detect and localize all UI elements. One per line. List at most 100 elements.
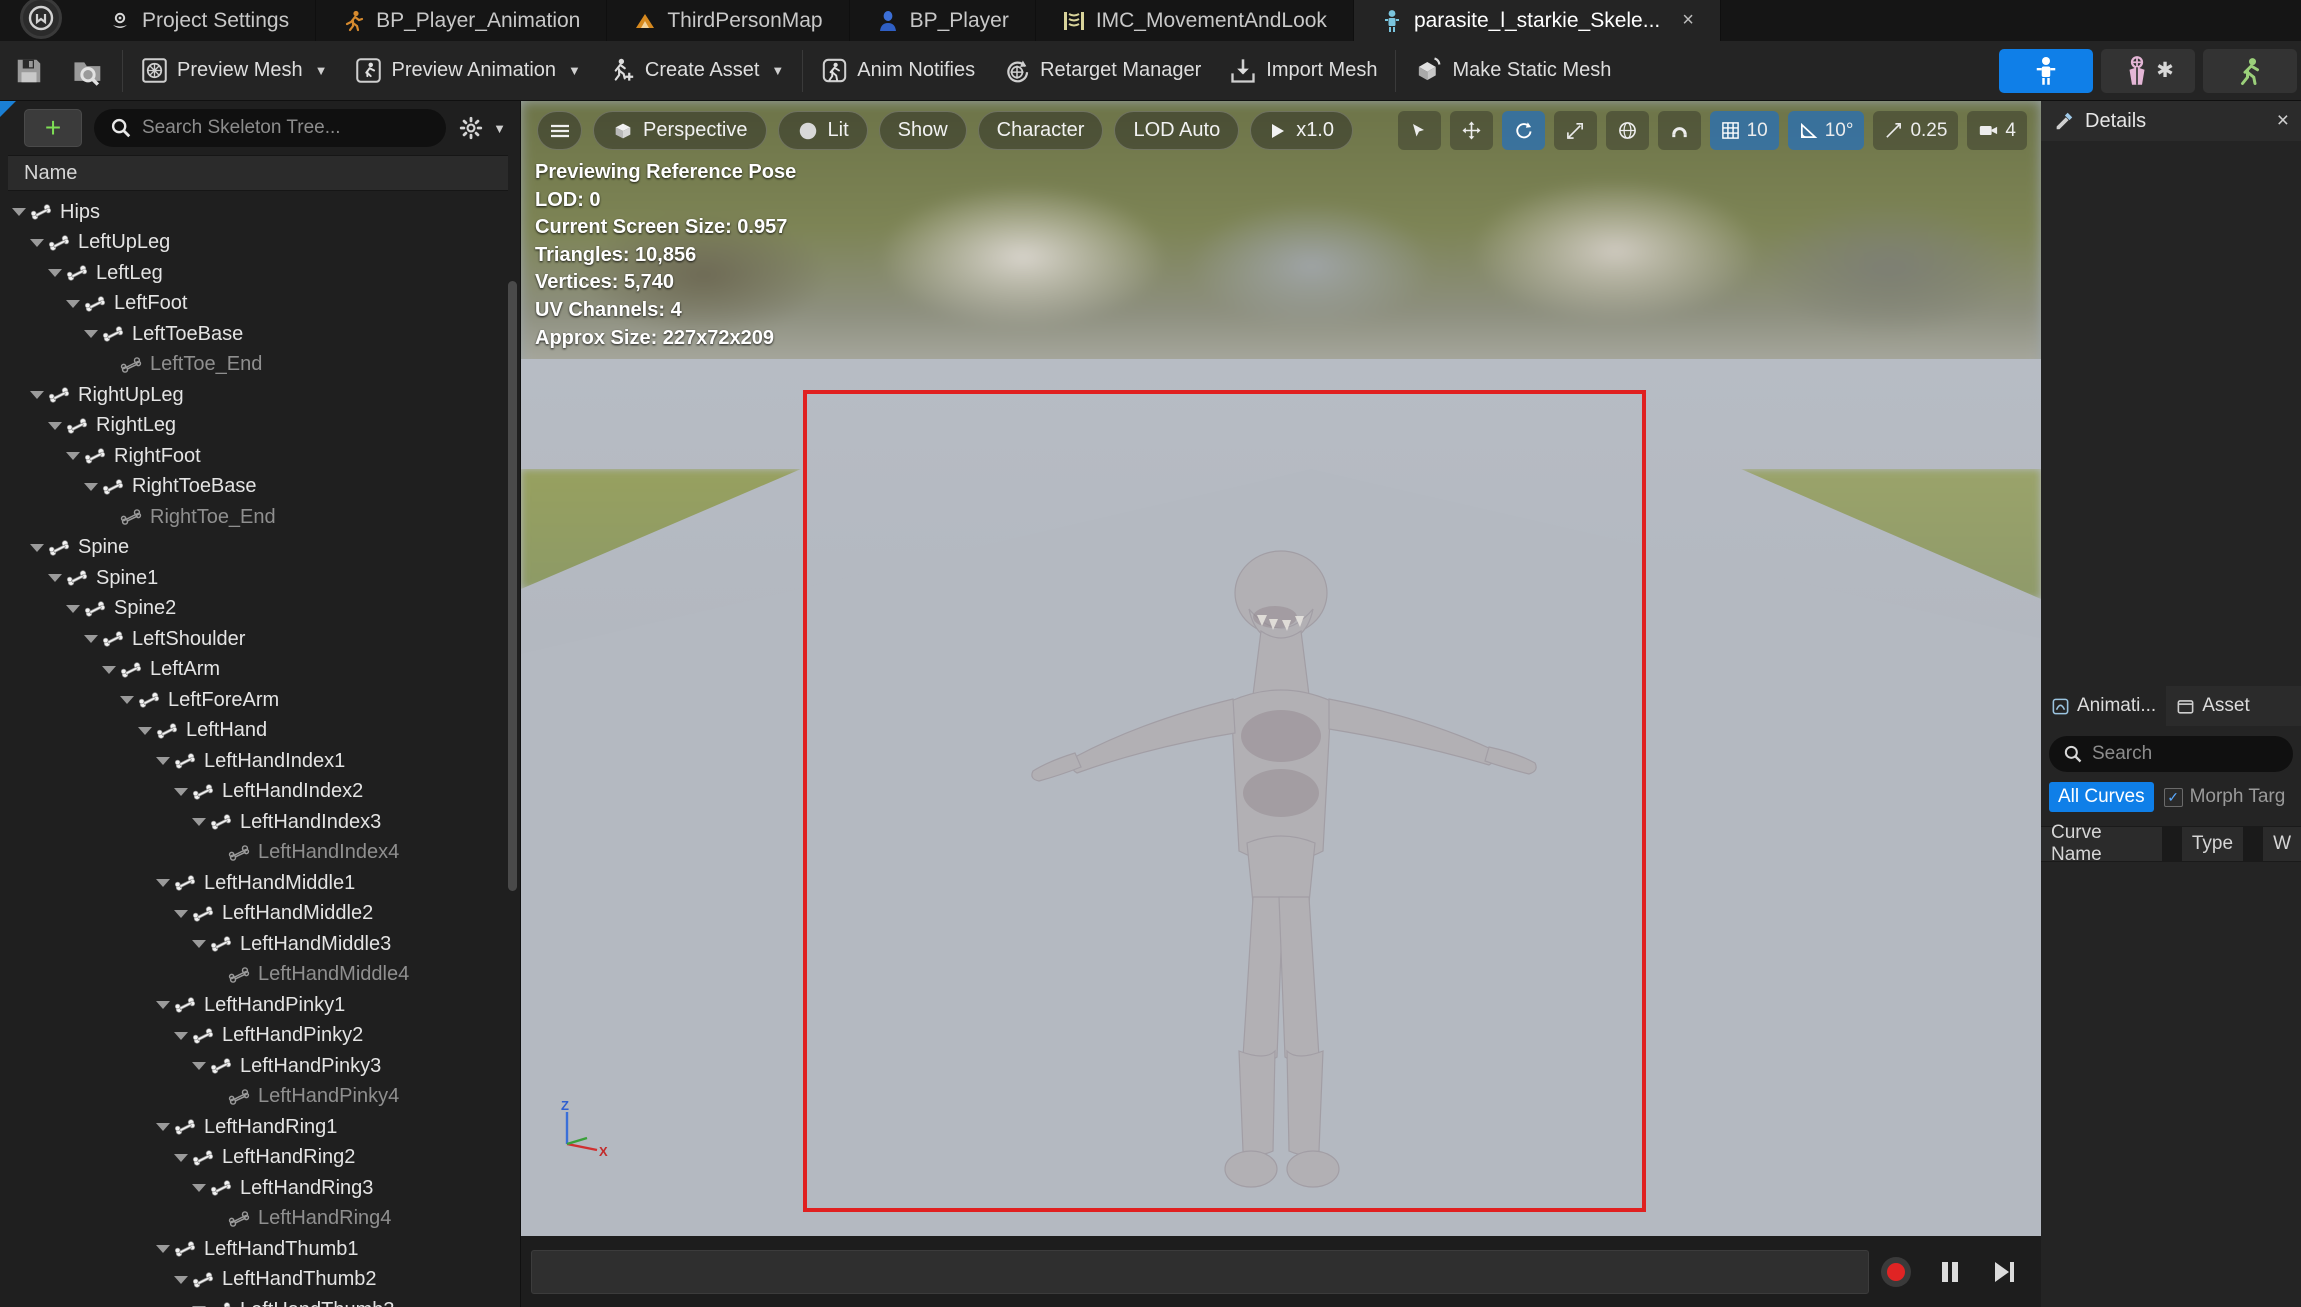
expand-chevron-down-icon[interactable]	[152, 1001, 174, 1010]
unreal-engine-logo[interactable]	[0, 0, 82, 41]
browse-button[interactable]	[58, 48, 118, 94]
expand-chevron-down-icon[interactable]	[152, 1245, 174, 1254]
save-button[interactable]	[0, 48, 58, 94]
bone-tree-row[interactable]: LeftUpLeg	[8, 228, 520, 259]
bone-tree-row[interactable]: LeftHandPinky4	[8, 1082, 520, 1113]
surface-snap-toggle[interactable]	[1657, 111, 1701, 150]
expand-chevron-down-icon[interactable]	[62, 604, 84, 613]
bone-tree-row[interactable]: LeftHandThumb2	[8, 1265, 520, 1296]
bone-tree-row[interactable]: LeftHandRing4	[8, 1204, 520, 1235]
bone-tree-row[interactable]: LeftArm	[8, 655, 520, 686]
retarget-manager-button[interactable]: Retarget Manager	[989, 48, 1215, 94]
expand-chevron-down-icon[interactable]	[188, 818, 210, 827]
expand-chevron-down-icon[interactable]	[134, 726, 156, 735]
pause-button[interactable]	[1923, 1245, 1977, 1299]
expand-chevron-down-icon[interactable]	[188, 1062, 210, 1071]
bone-tree-row[interactable]: LeftHandThumb1	[8, 1234, 520, 1265]
expand-chevron-down-icon[interactable]	[80, 635, 102, 644]
expand-chevron-down-icon[interactable]	[44, 421, 66, 430]
tab-parasite-skeleton[interactable]: parasite_l_starkie_Skele... ×	[1353, 0, 1721, 41]
close-icon[interactable]: ×	[2277, 109, 2289, 133]
mesh-mode-button[interactable]: ✱	[2101, 48, 2195, 93]
animation-mode-button[interactable]	[2203, 48, 2297, 93]
column-curve-name[interactable]: Curve Name	[2041, 822, 2162, 866]
angle-snap-button[interactable]: 10°	[1787, 111, 1865, 150]
bone-tree-row[interactable]: LeftShoulder	[8, 624, 520, 655]
bone-tree-row[interactable]: LeftHandIndex2	[8, 777, 520, 808]
rotate-tool-button[interactable]	[1501, 111, 1545, 150]
viewport-playrate-button[interactable]: x1.0	[1250, 111, 1353, 150]
expand-chevron-down-icon[interactable]	[170, 1153, 192, 1162]
expand-chevron-down-icon[interactable]	[170, 787, 192, 796]
bone-tree-row[interactable]: Hips	[8, 197, 520, 228]
preview-animation-button[interactable]: Preview Animation ▼	[341, 48, 594, 94]
expand-chevron-down-icon[interactable]	[98, 665, 120, 674]
expand-chevron-down-icon[interactable]	[26, 543, 48, 552]
bone-tree-row[interactable]: LeftHandIndex4	[8, 838, 520, 869]
world-space-toggle[interactable]	[1605, 111, 1649, 150]
bone-tree-row[interactable]: RightUpLeg	[8, 380, 520, 411]
tab-bp-player[interactable]: BP_Player	[850, 0, 1036, 41]
expand-chevron-down-icon[interactable]	[62, 452, 84, 461]
anim-notifies-button[interactable]: Anim Notifies	[807, 48, 989, 94]
bone-tree-row[interactable]: LeftHandIndex1	[8, 746, 520, 777]
expand-chevron-down-icon[interactable]	[188, 1184, 210, 1193]
preview-mesh-button[interactable]: Preview Mesh ▼	[127, 48, 341, 94]
viewport-perspective-button[interactable]: Perspective	[593, 111, 767, 150]
bone-tree-row[interactable]: Spine2	[8, 594, 520, 625]
make-static-mesh-button[interactable]: Make Static Mesh	[1400, 48, 1625, 94]
tab-asset-details[interactable]: Asset	[2166, 686, 2260, 726]
bone-tree-row[interactable]: LeftHandMiddle1	[8, 868, 520, 899]
expand-chevron-down-icon[interactable]	[116, 696, 138, 705]
expand-chevron-down-icon[interactable]	[152, 1123, 174, 1132]
filter-morph-target-checkbox[interactable]: ✓ Morph Targ	[2163, 786, 2285, 808]
curves-search-input[interactable]: Search	[2049, 736, 2293, 772]
tab-imc-movementandlook[interactable]: IMC_MovementAndLook	[1036, 0, 1354, 41]
bone-tree-row[interactable]: LeftToe_End	[8, 350, 520, 381]
bone-tree-row[interactable]: Spine1	[8, 563, 520, 594]
bone-tree-row[interactable]: LeftHandMiddle3	[8, 929, 520, 960]
bone-tree-row[interactable]: RightFoot	[8, 441, 520, 472]
filter-all-curves-chip[interactable]: All Curves	[2049, 782, 2154, 812]
bone-tree-row[interactable]: LeftLeg	[8, 258, 520, 289]
scale-snap-button[interactable]: 0.25	[1873, 111, 1959, 150]
step-forward-button[interactable]	[1977, 1245, 2031, 1299]
bone-tree-row[interactable]: LeftToeBase	[8, 319, 520, 350]
camera-speed-button[interactable]: 4	[1967, 111, 2027, 150]
bone-tree-row[interactable]: LeftHandPinky3	[8, 1051, 520, 1082]
viewport-menu-button[interactable]	[537, 111, 582, 150]
chevron-down-icon[interactable]: ▼	[493, 121, 506, 136]
bone-tree-row[interactable]: RightLeg	[8, 411, 520, 442]
chevron-down-icon[interactable]: ▼	[568, 63, 581, 78]
bone-tree-row[interactable]: LeftHandMiddle2	[8, 899, 520, 930]
expand-chevron-down-icon[interactable]	[170, 909, 192, 918]
expand-chevron-down-icon[interactable]	[170, 1275, 192, 1284]
expand-chevron-down-icon[interactable]	[80, 482, 102, 491]
viewport-character-button[interactable]: Character	[977, 111, 1104, 150]
scale-tool-button[interactable]	[1553, 111, 1597, 150]
record-button[interactable]	[1869, 1245, 1923, 1299]
tab-thirdpersonmap[interactable]: ThirdPersonMap	[607, 0, 850, 41]
expand-chevron-down-icon[interactable]	[26, 391, 48, 400]
bone-tree-row[interactable]: LeftHandIndex3	[8, 807, 520, 838]
bone-tree-row[interactable]: RightToeBase	[8, 472, 520, 503]
viewport-lod-button[interactable]: LOD Auto	[1114, 111, 1240, 150]
column-weight[interactable]: W	[2263, 833, 2301, 855]
timeline-scrubber[interactable]	[531, 1249, 1869, 1294]
select-tool-button[interactable]	[1397, 111, 1441, 150]
tab-bp-player-animation[interactable]: BP_Player_Animation	[316, 0, 608, 41]
close-icon[interactable]: ×	[1682, 9, 1694, 32]
bone-tree-row[interactable]: LeftHandPinky1	[8, 990, 520, 1021]
expand-chevron-down-icon[interactable]	[152, 757, 174, 766]
expand-chevron-down-icon[interactable]	[152, 879, 174, 888]
bone-tree-row[interactable]: LeftHandRing1	[8, 1112, 520, 1143]
tree-scrollbar[interactable]	[508, 281, 517, 891]
viewport-viewmode-button[interactable]: Lit	[777, 111, 868, 150]
expand-chevron-down-icon[interactable]	[80, 330, 102, 339]
expand-chevron-down-icon[interactable]	[44, 574, 66, 583]
bone-tree-row[interactable]: LeftHandMiddle4	[8, 960, 520, 991]
bone-tree-row[interactable]: LeftForeArm	[8, 685, 520, 716]
preview-viewport[interactable]: Perspective Lit Show Character LOD Auto	[521, 101, 2041, 1236]
bone-tree-row[interactable]: LeftHand	[8, 716, 520, 747]
expand-chevron-down-icon[interactable]	[170, 1031, 192, 1040]
